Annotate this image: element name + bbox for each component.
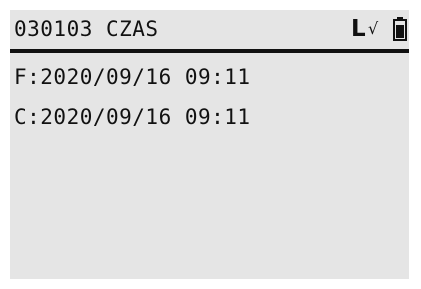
battery-full-icon — [393, 17, 407, 41]
lcd-screen: 030103 CZAS L √ F:2020/09/16 09:11 C:202… — [10, 10, 409, 279]
check-mark-icon: √ — [368, 19, 379, 38]
date-row-f: F:2020/09/16 09:11 — [14, 65, 251, 89]
date-row-c: C:2020/09/16 09:11 — [14, 105, 251, 129]
status-letter-indicator: L — [351, 16, 366, 42]
screen-title: 030103 CZAS — [14, 17, 159, 41]
header-bar: 030103 CZAS L √ — [10, 10, 409, 49]
header-divider — [10, 49, 409, 53]
